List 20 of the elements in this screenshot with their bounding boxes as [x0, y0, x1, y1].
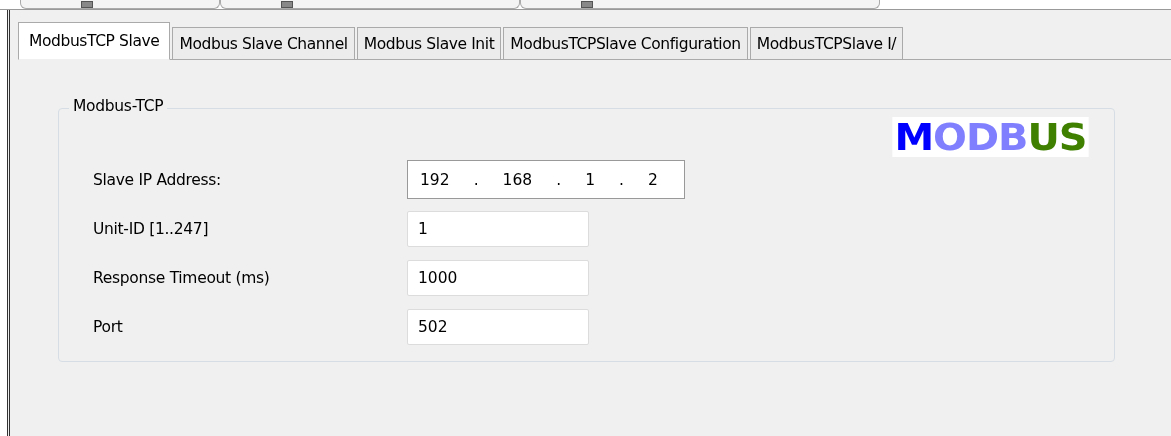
modbus-logo: MODBUS: [892, 117, 1089, 157]
input-field[interactable]: 1000: [407, 259, 589, 296]
window-icon: [81, 1, 93, 8]
field-label: Unit-ID [1..247]: [93, 219, 210, 238]
input-field[interactable]: 502: [407, 308, 589, 345]
window-icon: [281, 1, 293, 8]
tab[interactable]: ModbusTCPSlave I/: [749, 27, 904, 59]
tab[interactable]: Modbus Slave Channel: [172, 27, 355, 59]
tab[interactable]: Modbus Slave Init: [356, 27, 502, 59]
field-label: Response Timeout (ms): [93, 268, 271, 287]
outer-tab[interactable]: [520, 0, 880, 9]
field-label: Slave IP Address:: [93, 170, 222, 189]
outer-tab[interactable]: [20, 0, 220, 9]
outer-tab[interactable]: [220, 0, 520, 9]
tab[interactable]: ModbusTCP Slave: [18, 22, 171, 60]
window-icon: [581, 1, 593, 8]
tab[interactable]: ModbusTCPSlave Configuration: [503, 27, 748, 59]
input-field[interactable]: 1: [407, 210, 589, 247]
field-label: Port: [93, 317, 124, 336]
ip-address-field[interactable]: 192 . 168 . 1 . 2: [407, 160, 685, 199]
